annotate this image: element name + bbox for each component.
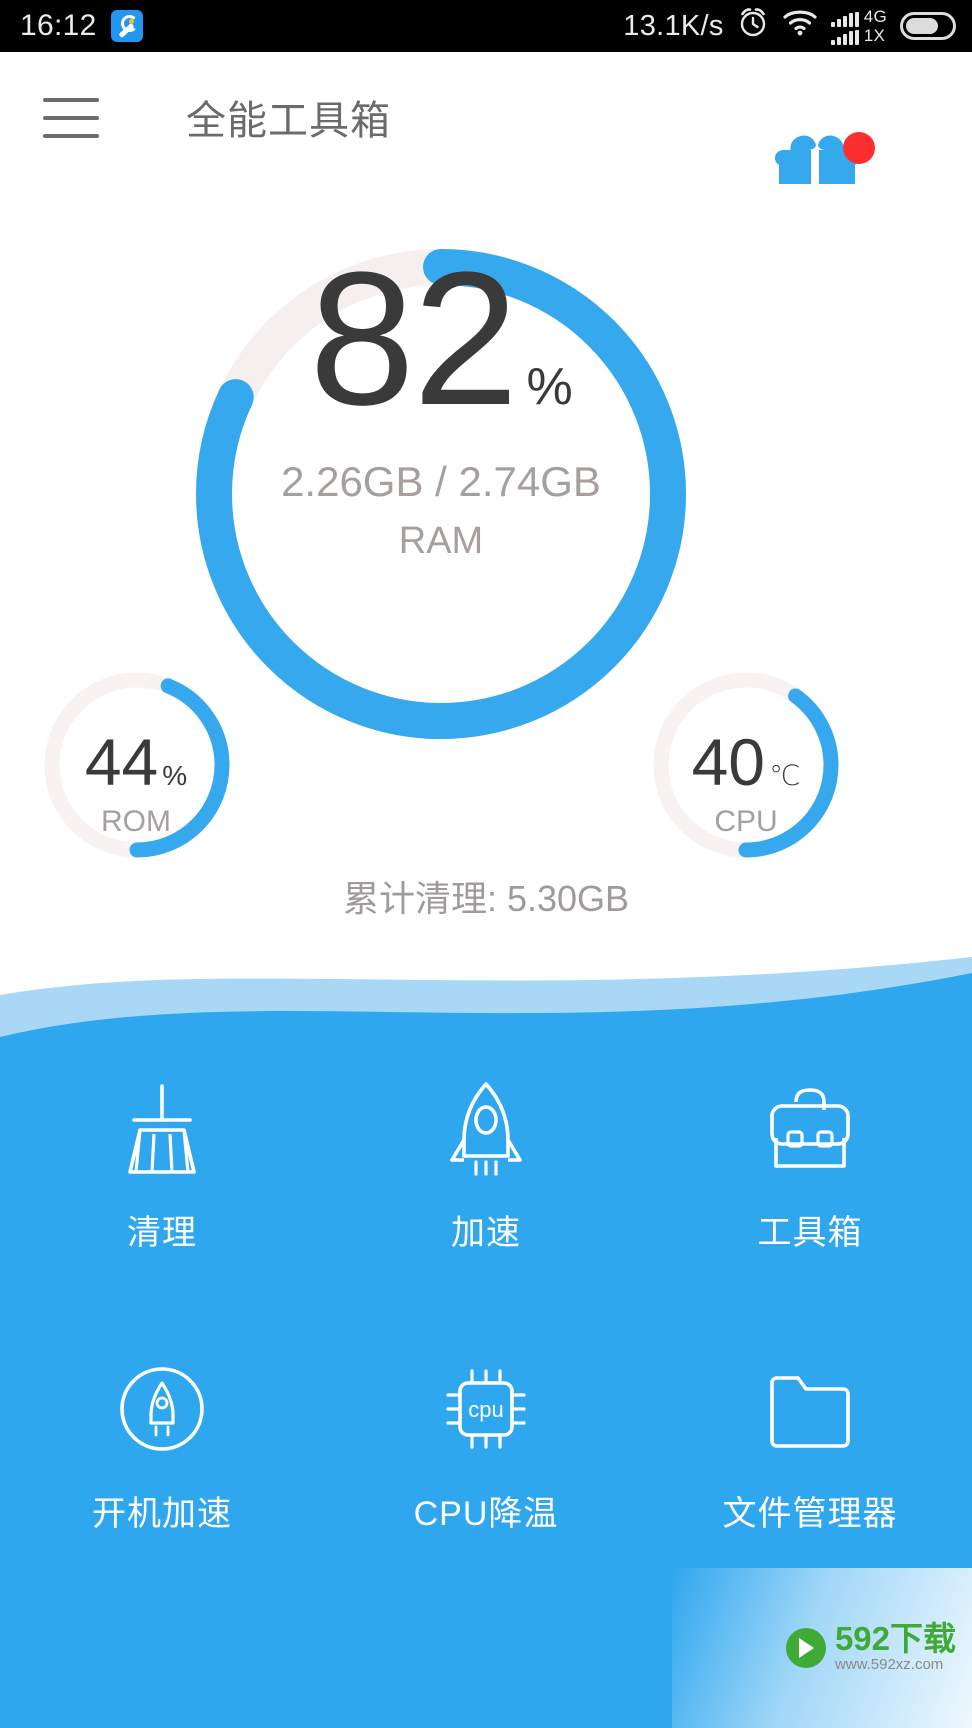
ram-gauge-label: RAM [398,520,484,562]
notification-badge-dot [843,132,875,164]
ram-gauge-readout: 82 % 2.26GB / 2.74GB RAM [186,244,696,563]
rom-gauge-label: ROM [101,805,171,838]
wifi-icon [782,8,818,44]
wrench-icon [110,10,143,42]
gauges-section: 82 % 2.26GB / 2.74GB RAM 44 % ROM 40 ℃ C… [0,184,972,974]
tool-item-toolbox[interactable]: 工具箱 [648,1073,972,1254]
tool-label: 工具箱 [757,1214,863,1252]
folder-icon [755,1354,865,1464]
tool-label: 清理 [127,1214,197,1252]
tool-label: 开机加速 [92,1495,232,1533]
watermark-brand: 592下载 [834,1620,956,1657]
tool-label: CPU降温 [413,1495,559,1533]
ram-percent-unit: % [526,358,573,416]
cleaned-total-text: 累计清理: 5.30GB [342,878,630,919]
tool-label: 文件管理器 [722,1495,898,1533]
ram-usage-detail: 2.26GB / 2.74GB [281,458,601,505]
page-title: 全能工具箱 [186,99,391,143]
ram-percent-value: 82 [309,233,518,445]
rom-percent-value: 44 [84,725,159,799]
cpu-chip-icon: cpu [431,1354,541,1464]
status-time: 16:12 [20,9,97,42]
app-bar: 全能工具箱 [0,52,972,212]
broom-icon [107,1073,217,1183]
tool-label: 加速 [451,1214,521,1252]
cpu-gauge-readout: 40 ℃ CPU [646,729,846,839]
app-screen: 16:12 13.1K/s 4G 1X 全能工具箱 82 % 2.26GB / … [0,0,972,1728]
tool-item-boot-speed[interactable]: 开机加速 [0,1354,324,1535]
status-bar: 16:12 13.1K/s 4G 1X [0,0,972,52]
tool-item-clean[interactable]: 清理 [0,1073,324,1254]
boot-speed-rocket-icon [107,1354,217,1464]
network-speed-text: 13.1K/s [623,9,724,42]
cpu-gauge-label: CPU [714,805,778,838]
tools-panel: 清理 加速 工具箱 开机加速 cpu CPU降温 文件管理器 592下载 www… [0,955,972,1728]
cpu-temp-unit: ℃ [768,760,801,791]
hamburger-menu-icon[interactable] [43,98,99,138]
watermark: 592下载 www.592xz.com [672,1568,972,1728]
alarm-clock-icon [737,6,769,46]
tool-item-file-manager[interactable]: 文件管理器 [648,1354,972,1535]
tool-item-cpu-cool[interactable]: cpu CPU降温 [324,1354,648,1535]
signal-bars-icon: 4G 1X [830,7,887,45]
status-bar-left: 16:12 [20,9,143,43]
status-bar-right: 13.1K/s 4G 1X [623,6,956,46]
tools-grid: 清理 加速 工具箱 开机加速 cpu CPU降温 文件管理器 [0,1073,972,1535]
cpu-temp-value: 40 [691,725,765,799]
briefcase-icon [755,1073,865,1183]
rocket-icon [431,1073,541,1183]
svg-text:cpu: cpu [468,1397,503,1422]
tool-item-boost[interactable]: 加速 [324,1073,648,1254]
battery-icon [900,12,956,40]
play-badge-icon [785,1628,826,1668]
rom-percent-unit: % [162,760,188,791]
watermark-url: www.592xz.com [834,1656,944,1673]
network-type-secondary: 1X [863,26,886,45]
network-type-primary: 4G [863,7,887,26]
rom-gauge-readout: 44 % ROM [36,729,236,839]
